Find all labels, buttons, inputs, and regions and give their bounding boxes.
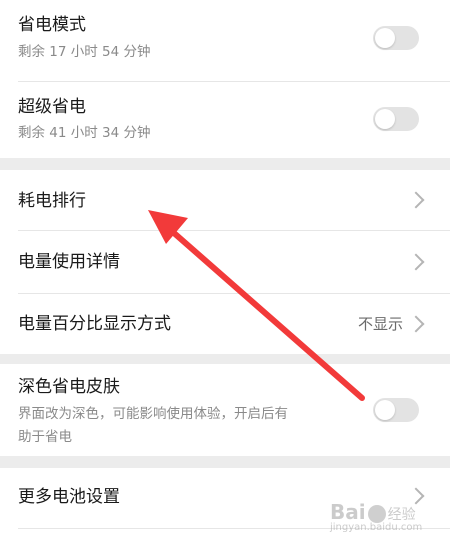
ultra-power-saving-row[interactable]: 超级省电 剩余 41 小时 34 分钟 [0, 82, 450, 158]
ultra-power-saving-toggle[interactable] [373, 107, 419, 131]
consumption-ranking-row[interactable]: 耗电排行 [0, 170, 450, 230]
section-gap [0, 456, 450, 468]
watermark-brand: Bai [330, 500, 366, 524]
usage-details-row[interactable]: 电量使用详情 [0, 231, 450, 293]
paw-icon [367, 504, 386, 523]
section-gap [0, 158, 450, 170]
battery-settings-screen: 省电模式 剩余 17 小时 54 分钟 超级省电 剩余 41 小时 34 分钟 … [0, 0, 450, 550]
consumption-ranking-title: 耗电排行 [18, 191, 86, 211]
usage-details-title: 电量使用详情 [18, 252, 120, 272]
section-gap [0, 354, 450, 364]
more-battery-settings-title: 更多电池设置 [18, 487, 120, 507]
toggle-knob [375, 28, 395, 48]
ultra-power-saving-subtitle: 剩余 41 小时 34 分钟 [18, 125, 151, 141]
chevron-right-icon [407, 253, 425, 271]
power-saving-subtitle: 剩余 17 小时 54 分钟 [18, 44, 151, 60]
chevron-right-icon [407, 191, 425, 209]
ultra-power-saving-title: 超级省电 [18, 97, 86, 117]
percentage-display-value: 不显示 [358, 315, 404, 333]
power-saving-row[interactable]: 省电模式 剩余 17 小时 54 分钟 [0, 0, 450, 80]
dark-theme-row[interactable]: 深色省电皮肤 界面改为深色，可能影响使用体验，开启后有 助于省电 [0, 364, 450, 456]
power-saving-toggle[interactable] [373, 26, 419, 50]
toggle-knob [375, 109, 395, 129]
percentage-display-title: 电量百分比显示方式 [18, 314, 171, 334]
watermark-domain: jingyan.baidu.com [330, 522, 423, 533]
dark-theme-toggle[interactable] [373, 398, 419, 422]
percentage-display-row[interactable]: 电量百分比显示方式 不显示 [0, 294, 450, 354]
watermark-brand2: 经验 [387, 507, 416, 523]
baidu-watermark: Bai 经验 jingyan.baidu.com [330, 500, 422, 533]
chevron-right-icon [407, 315, 425, 333]
power-saving-title: 省电模式 [18, 15, 86, 35]
toggle-knob [375, 400, 395, 420]
dark-theme-subtitle-line2: 助于省电 [18, 429, 72, 445]
dark-theme-subtitle-line1: 界面改为深色，可能影响使用体验，开启后有 [18, 406, 288, 422]
dark-theme-title: 深色省电皮肤 [18, 377, 120, 397]
